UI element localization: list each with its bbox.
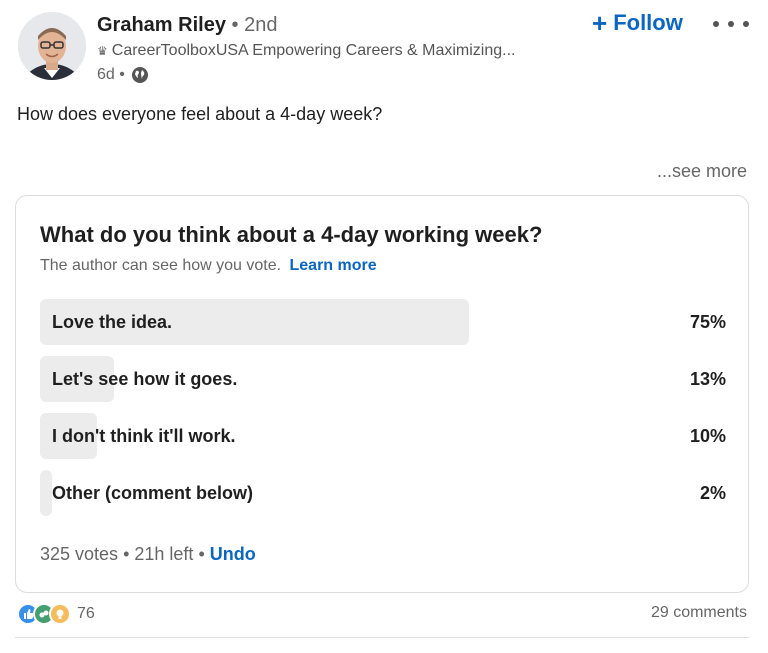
crown-icon: ♛ — [97, 44, 108, 58]
separator: • — [198, 544, 210, 564]
more-options-icon-dot — [728, 21, 734, 27]
poll-option-label: I don't think it'll work. — [52, 426, 236, 446]
divider — [15, 637, 749, 638]
undo-vote-button[interactable]: Undo — [210, 544, 256, 564]
learn-more-link[interactable]: Learn more — [290, 257, 377, 274]
more-options-button[interactable] — [713, 10, 749, 38]
more-options-icon-dot — [713, 21, 719, 27]
connection-degree: • 2nd — [231, 14, 278, 36]
poll-note-text: The author can see how you vote. — [40, 257, 282, 274]
insightful-icon — [49, 603, 71, 625]
poll-time-left: 21h left — [134, 544, 194, 564]
author-name[interactable]: Graham Riley • 2nd — [97, 14, 277, 37]
poll-option-percent: 13% — [689, 369, 726, 389]
globe-icon — [131, 67, 148, 83]
comments-count-link[interactable]: 29 comments — [651, 604, 747, 622]
poll-option-percent: 75% — [689, 312, 726, 332]
post-meta: 6d • — [97, 66, 149, 84]
author-headline: ♛ CareerToolboxUSA Empowering Careers & M… — [97, 42, 577, 60]
avatar-image — [18, 12, 86, 80]
poll-option-bar — [40, 470, 52, 516]
follow-label: Follow — [613, 10, 683, 35]
post-text: How does everyone feel about a 4-day wee… — [17, 104, 383, 124]
author-name-text: Graham Riley — [97, 14, 226, 36]
feed-post: Graham Riley • 2nd ♛ CareerToolboxUSA Emp… — [0, 0, 768, 653]
post-time: 6d • — [97, 66, 125, 83]
poll-option-percent: 10% — [689, 426, 726, 446]
poll-footer: 325 votes • 21h left • Undo — [40, 544, 256, 565]
follow-button[interactable]: + Follow — [592, 10, 683, 36]
see-more-link[interactable]: ...see more — [657, 161, 747, 182]
poll-option-label: Other (comment below) — [52, 483, 254, 503]
separator: • — [123, 544, 135, 564]
poll-option-percent: 2% — [699, 483, 726, 503]
reactions-summary[interactable]: 76 — [17, 603, 95, 625]
author-headline-text: CareerToolboxUSA Empowering Careers & Ma… — [111, 42, 516, 59]
poll-option-label: Love the idea. — [52, 312, 173, 332]
poll-card: What do you think about a 4-day working … — [15, 195, 749, 593]
poll-privacy-note: The author can see how you vote. Learn m… — [40, 257, 377, 275]
avatar[interactable] — [18, 12, 86, 80]
plus-icon: + — [592, 8, 608, 38]
poll-option[interactable]: I don't think it'll work. 10% — [40, 413, 726, 459]
poll-option[interactable]: Love the idea. 75% — [40, 299, 726, 345]
poll-option[interactable]: Other (comment below) 2% — [40, 470, 726, 516]
reaction-count: 76 — [77, 605, 95, 622]
poll-vote-count: 325 votes — [40, 544, 119, 564]
more-options-icon-dot — [743, 21, 749, 27]
poll-option-label: Let's see how it goes. — [52, 369, 238, 389]
poll-question: What do you think about a 4-day working … — [40, 222, 543, 247]
poll-option[interactable]: Let's see how it goes. 13% — [40, 356, 726, 402]
